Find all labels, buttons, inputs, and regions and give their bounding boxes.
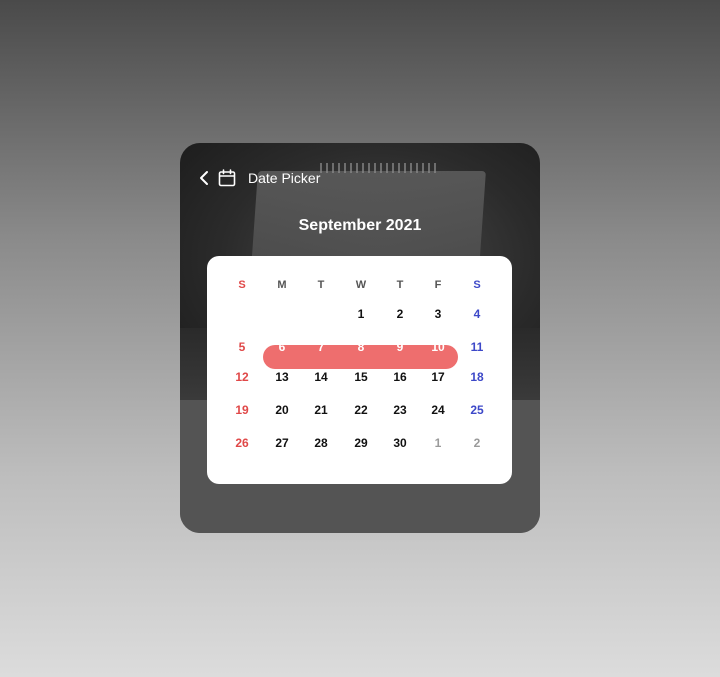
header-bar: Date Picker — [180, 165, 540, 191]
weekday-header: W — [355, 279, 367, 291]
day-cell[interactable]: 1 — [346, 304, 376, 324]
day-cell[interactable]: 19 — [227, 400, 257, 420]
day-cell[interactable]: 23 — [385, 400, 415, 420]
day-cell[interactable]: 27 — [267, 433, 297, 453]
day-cell[interactable]: 21 — [306, 400, 336, 420]
day-cell[interactable]: 29 — [346, 433, 376, 453]
day-cell[interactable]: 4 — [462, 304, 492, 324]
weekday-header: T — [317, 279, 325, 291]
day-cell-selected[interactable]: 9 — [385, 337, 415, 357]
day-cell[interactable]: 30 — [385, 433, 415, 453]
weekday-header: M — [277, 279, 287, 291]
day-cell[interactable]: 28 — [306, 433, 336, 453]
day-cell[interactable]: 11 — [462, 337, 492, 357]
back-button[interactable] — [196, 165, 212, 191]
day-cell[interactable]: 2 — [385, 304, 415, 324]
day-cell-selected[interactable]: 7 — [306, 337, 336, 357]
day-cell[interactable]: 26 — [227, 433, 257, 453]
day-cell[interactable]: 18 — [462, 367, 492, 387]
day-cell[interactable]: 5 — [227, 337, 257, 357]
day-cell[interactable]: 25 — [462, 400, 492, 420]
day-cell-other-month[interactable]: 1 — [423, 433, 453, 453]
page-title: Date Picker — [248, 170, 321, 186]
day-cell[interactable]: 22 — [346, 400, 376, 420]
date-picker-card: Date Picker September 2021 SMTWTFS123456… — [180, 143, 540, 533]
day-cell[interactable]: 15 — [346, 367, 376, 387]
chevron-left-icon — [200, 171, 208, 185]
day-cell[interactable]: 13 — [267, 367, 297, 387]
day-cell[interactable]: 24 — [423, 400, 453, 420]
day-cell-selected[interactable]: 6 — [267, 337, 297, 357]
day-cell[interactable]: 14 — [306, 367, 336, 387]
day-cell[interactable]: 20 — [267, 400, 297, 420]
calendar-icon — [218, 169, 236, 187]
weekday-header: F — [434, 279, 442, 291]
day-cell[interactable]: 3 — [423, 304, 453, 324]
day-cell[interactable]: 16 — [385, 367, 415, 387]
weekday-header: S — [238, 279, 246, 291]
day-cell-selected[interactable]: 10 — [423, 337, 453, 357]
day-cell[interactable]: 12 — [227, 367, 257, 387]
day-cell[interactable]: 17 — [423, 367, 453, 387]
month-label: September 2021 — [298, 217, 422, 234]
day-cell-other-month[interactable]: 2 — [462, 433, 492, 453]
calendar-grid: S M T W T F S 1 2 3 4 5 6 7 8 9 10 11 12 13 14 15 16 17 18 19 20 21… — [207, 256, 512, 484]
weekday-header: T — [396, 279, 404, 291]
weekday-header: S — [473, 279, 481, 291]
day-cell-selected[interactable]: 8 — [346, 337, 376, 357]
